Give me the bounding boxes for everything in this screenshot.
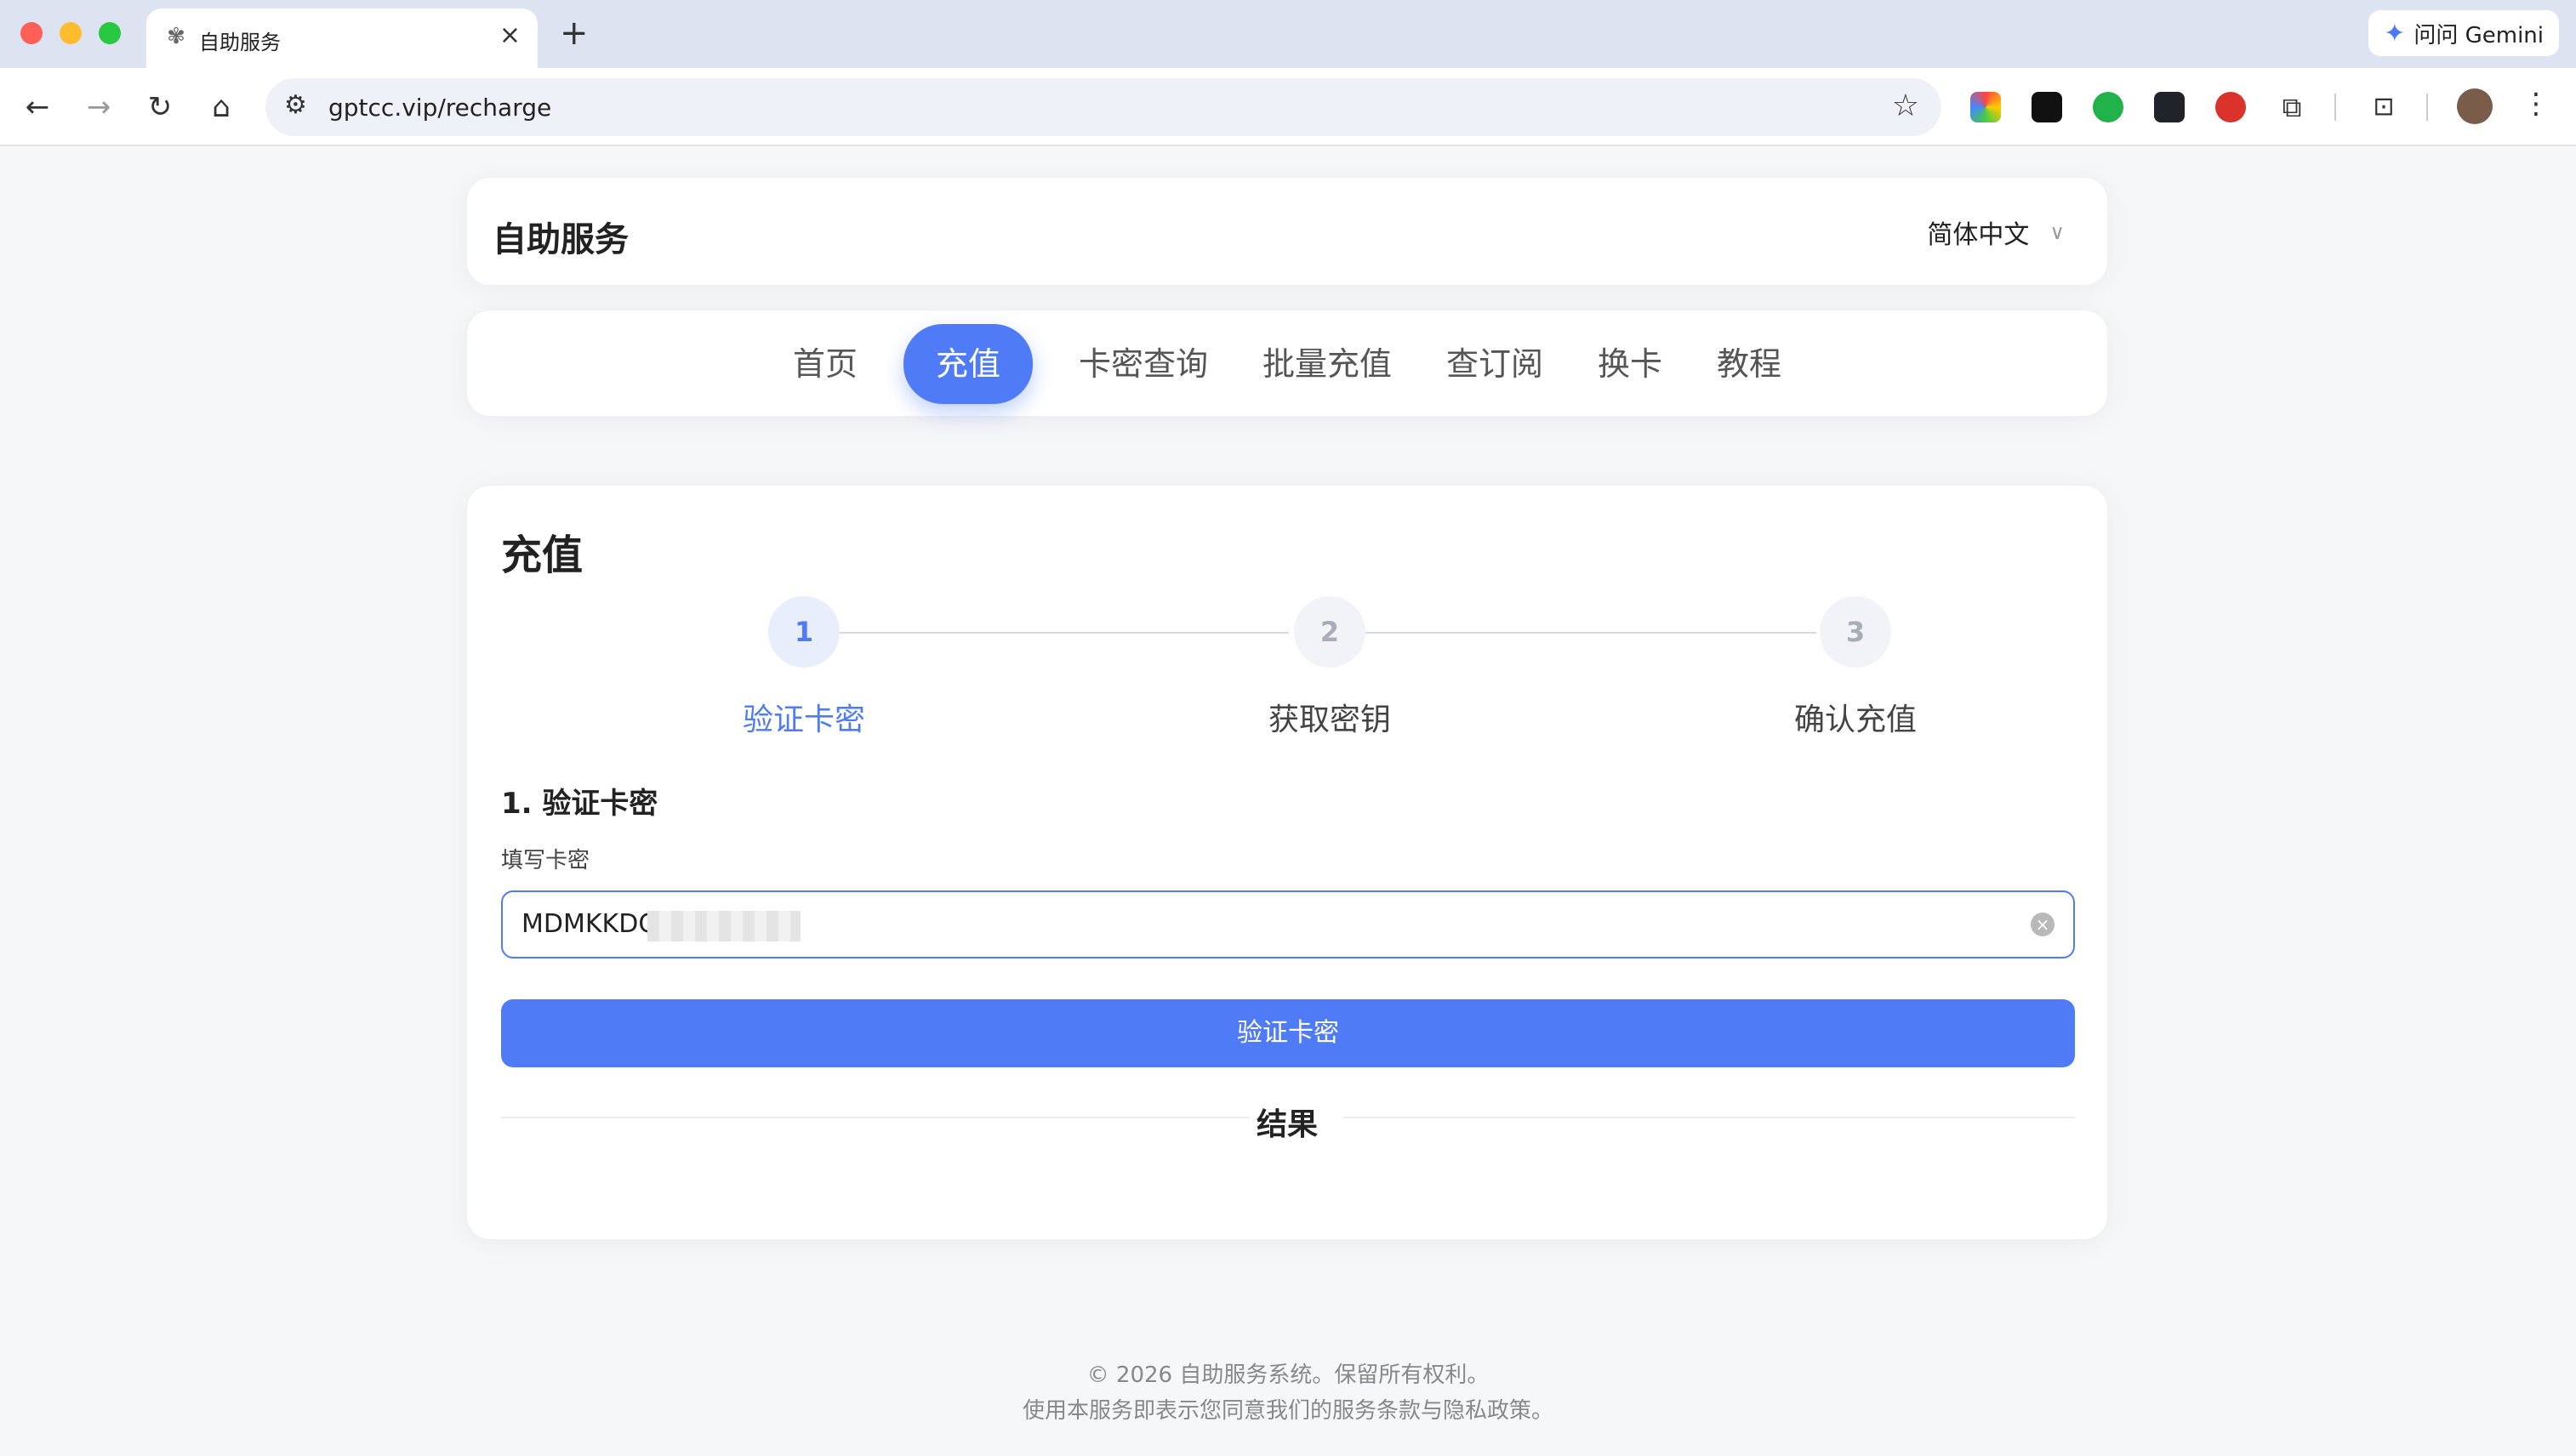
step-label: 获取密钥	[1268, 702, 1391, 737]
url-text[interactable]: gptcc.vip/recharge	[328, 94, 551, 122]
nav-item-card-query[interactable]: 卡密查询	[1070, 324, 1217, 404]
tab-title: 自助服务	[199, 31, 281, 54]
result-heading: 结果	[1256, 1107, 1318, 1142]
card-field-label: 填写卡密	[501, 848, 590, 873]
step-number: 2	[1294, 596, 1365, 668]
tab-search-icon[interactable]: ⊡	[2368, 92, 2399, 122]
page-body: 自助服务 简体中文 ∨ 首页 充值 卡密查询 批量充值 查订阅 换卡 教程 充值…	[0, 146, 2576, 1456]
chevron-down-icon: ∨	[2049, 220, 2065, 244]
step-label: 确认充值	[1793, 702, 1917, 737]
extension-color-icon[interactable]	[1970, 92, 2001, 122]
footer-terms: 使用本服务即表示您同意我们的服务条款与隐私政策。	[1022, 1398, 1553, 1424]
card-key-input[interactable]: MDMKKDG ×	[501, 890, 2075, 958]
nav-item-home[interactable]: 首页	[784, 324, 866, 404]
site-title: 自助服务	[493, 220, 629, 259]
footer-copyright: © 2026 自助服务系统。保留所有权利。	[1086, 1362, 1490, 1388]
toolbar-divider	[2334, 94, 2336, 121]
redacted-mask	[647, 911, 801, 941]
nav-item-subscription[interactable]: 查订阅	[1438, 324, 1552, 404]
gemini-button[interactable]: ✦ 问问 Gemini	[2368, 10, 2559, 56]
bookmark-star-icon[interactable]: ☆	[1892, 88, 1919, 123]
site-header: 自助服务 简体中文 ∨	[466, 177, 2108, 286]
recharge-card: 充值 1 2 3 验证卡密 获取密钥 确认充值 1. 验证卡密 填写卡密 MDM…	[466, 485, 2108, 1240]
tab-close-icon[interactable]: ×	[499, 20, 521, 50]
reload-icon[interactable]: ↻	[140, 87, 180, 128]
extension-green-icon[interactable]	[2093, 92, 2123, 122]
step-number: 1	[768, 596, 840, 668]
stepper: 1 2 3 验证卡密 获取密钥 确认充值	[501, 596, 2073, 766]
close-window-button[interactable]	[20, 22, 43, 44]
new-tab-button[interactable]: +	[560, 14, 589, 53]
browser-tab-strip: ✾ 自助服务 × + ✦ 问问 Gemini	[0, 0, 2576, 68]
step-number: 3	[1820, 596, 1891, 668]
nav-item-change-card[interactable]: 换卡	[1589, 324, 1671, 404]
back-arrow-icon[interactable]: ←	[17, 87, 58, 128]
forward-arrow-icon[interactable]: →	[78, 87, 119, 128]
step-title: 1. 验证卡密	[501, 787, 658, 821]
step-connector	[1365, 632, 1816, 634]
gemini-sparkle-icon: ✦	[2384, 18, 2406, 48]
language-value: 简体中文	[1927, 220, 2030, 250]
extension-dark-icon[interactable]	[2032, 92, 2062, 122]
gemini-label: 问问 Gemini	[2414, 22, 2544, 48]
nav-items: 首页 充值 卡密查询 批量充值 查订阅 换卡 教程	[467, 324, 2107, 404]
step-connector	[840, 632, 1289, 634]
page-title: 充值	[501, 532, 584, 579]
profile-avatar[interactable]	[2457, 88, 2493, 124]
card-key-value: MDMKKDG	[521, 909, 658, 939]
address-bar[interactable]: ⚙ gptcc.vip/recharge ☆	[265, 78, 1941, 136]
language-select[interactable]: 简体中文 ∨	[1927, 213, 2065, 251]
extensions-puzzle-icon[interactable]: ⧉	[2277, 92, 2307, 122]
browser-menu-icon[interactable]: ⋮	[2522, 87, 2550, 121]
main-nav: 首页 充值 卡密查询 批量充值 查订阅 换卡 教程	[466, 310, 2108, 417]
site-favicon-icon: ✾	[167, 24, 185, 49]
clear-input-icon[interactable]: ×	[2031, 913, 2055, 936]
react-devtools-icon[interactable]	[2154, 92, 2185, 122]
nav-item-batch-recharge[interactable]: 批量充值	[1254, 324, 1400, 404]
extension-red-icon[interactable]	[2215, 92, 2246, 122]
site-settings-icon[interactable]: ⚙	[284, 90, 307, 120]
nav-item-recharge[interactable]: 充值	[903, 324, 1033, 404]
home-icon[interactable]: ⌂	[201, 87, 242, 128]
browser-tab[interactable]: ✾ 自助服务 ×	[146, 9, 538, 68]
minimize-window-button[interactable]	[60, 22, 82, 44]
maximize-window-button[interactable]	[99, 22, 121, 44]
verify-card-button[interactable]: 验证卡密	[501, 999, 2075, 1067]
step-label: 验证卡密	[742, 702, 865, 737]
toolbar-divider	[2426, 94, 2428, 121]
nav-item-tutorial[interactable]: 教程	[1708, 324, 1790, 404]
browser-toolbar: ← → ↻ ⌂ ⚙ gptcc.vip/recharge ☆ ⧉ ⊡ ⋮	[0, 68, 2576, 146]
